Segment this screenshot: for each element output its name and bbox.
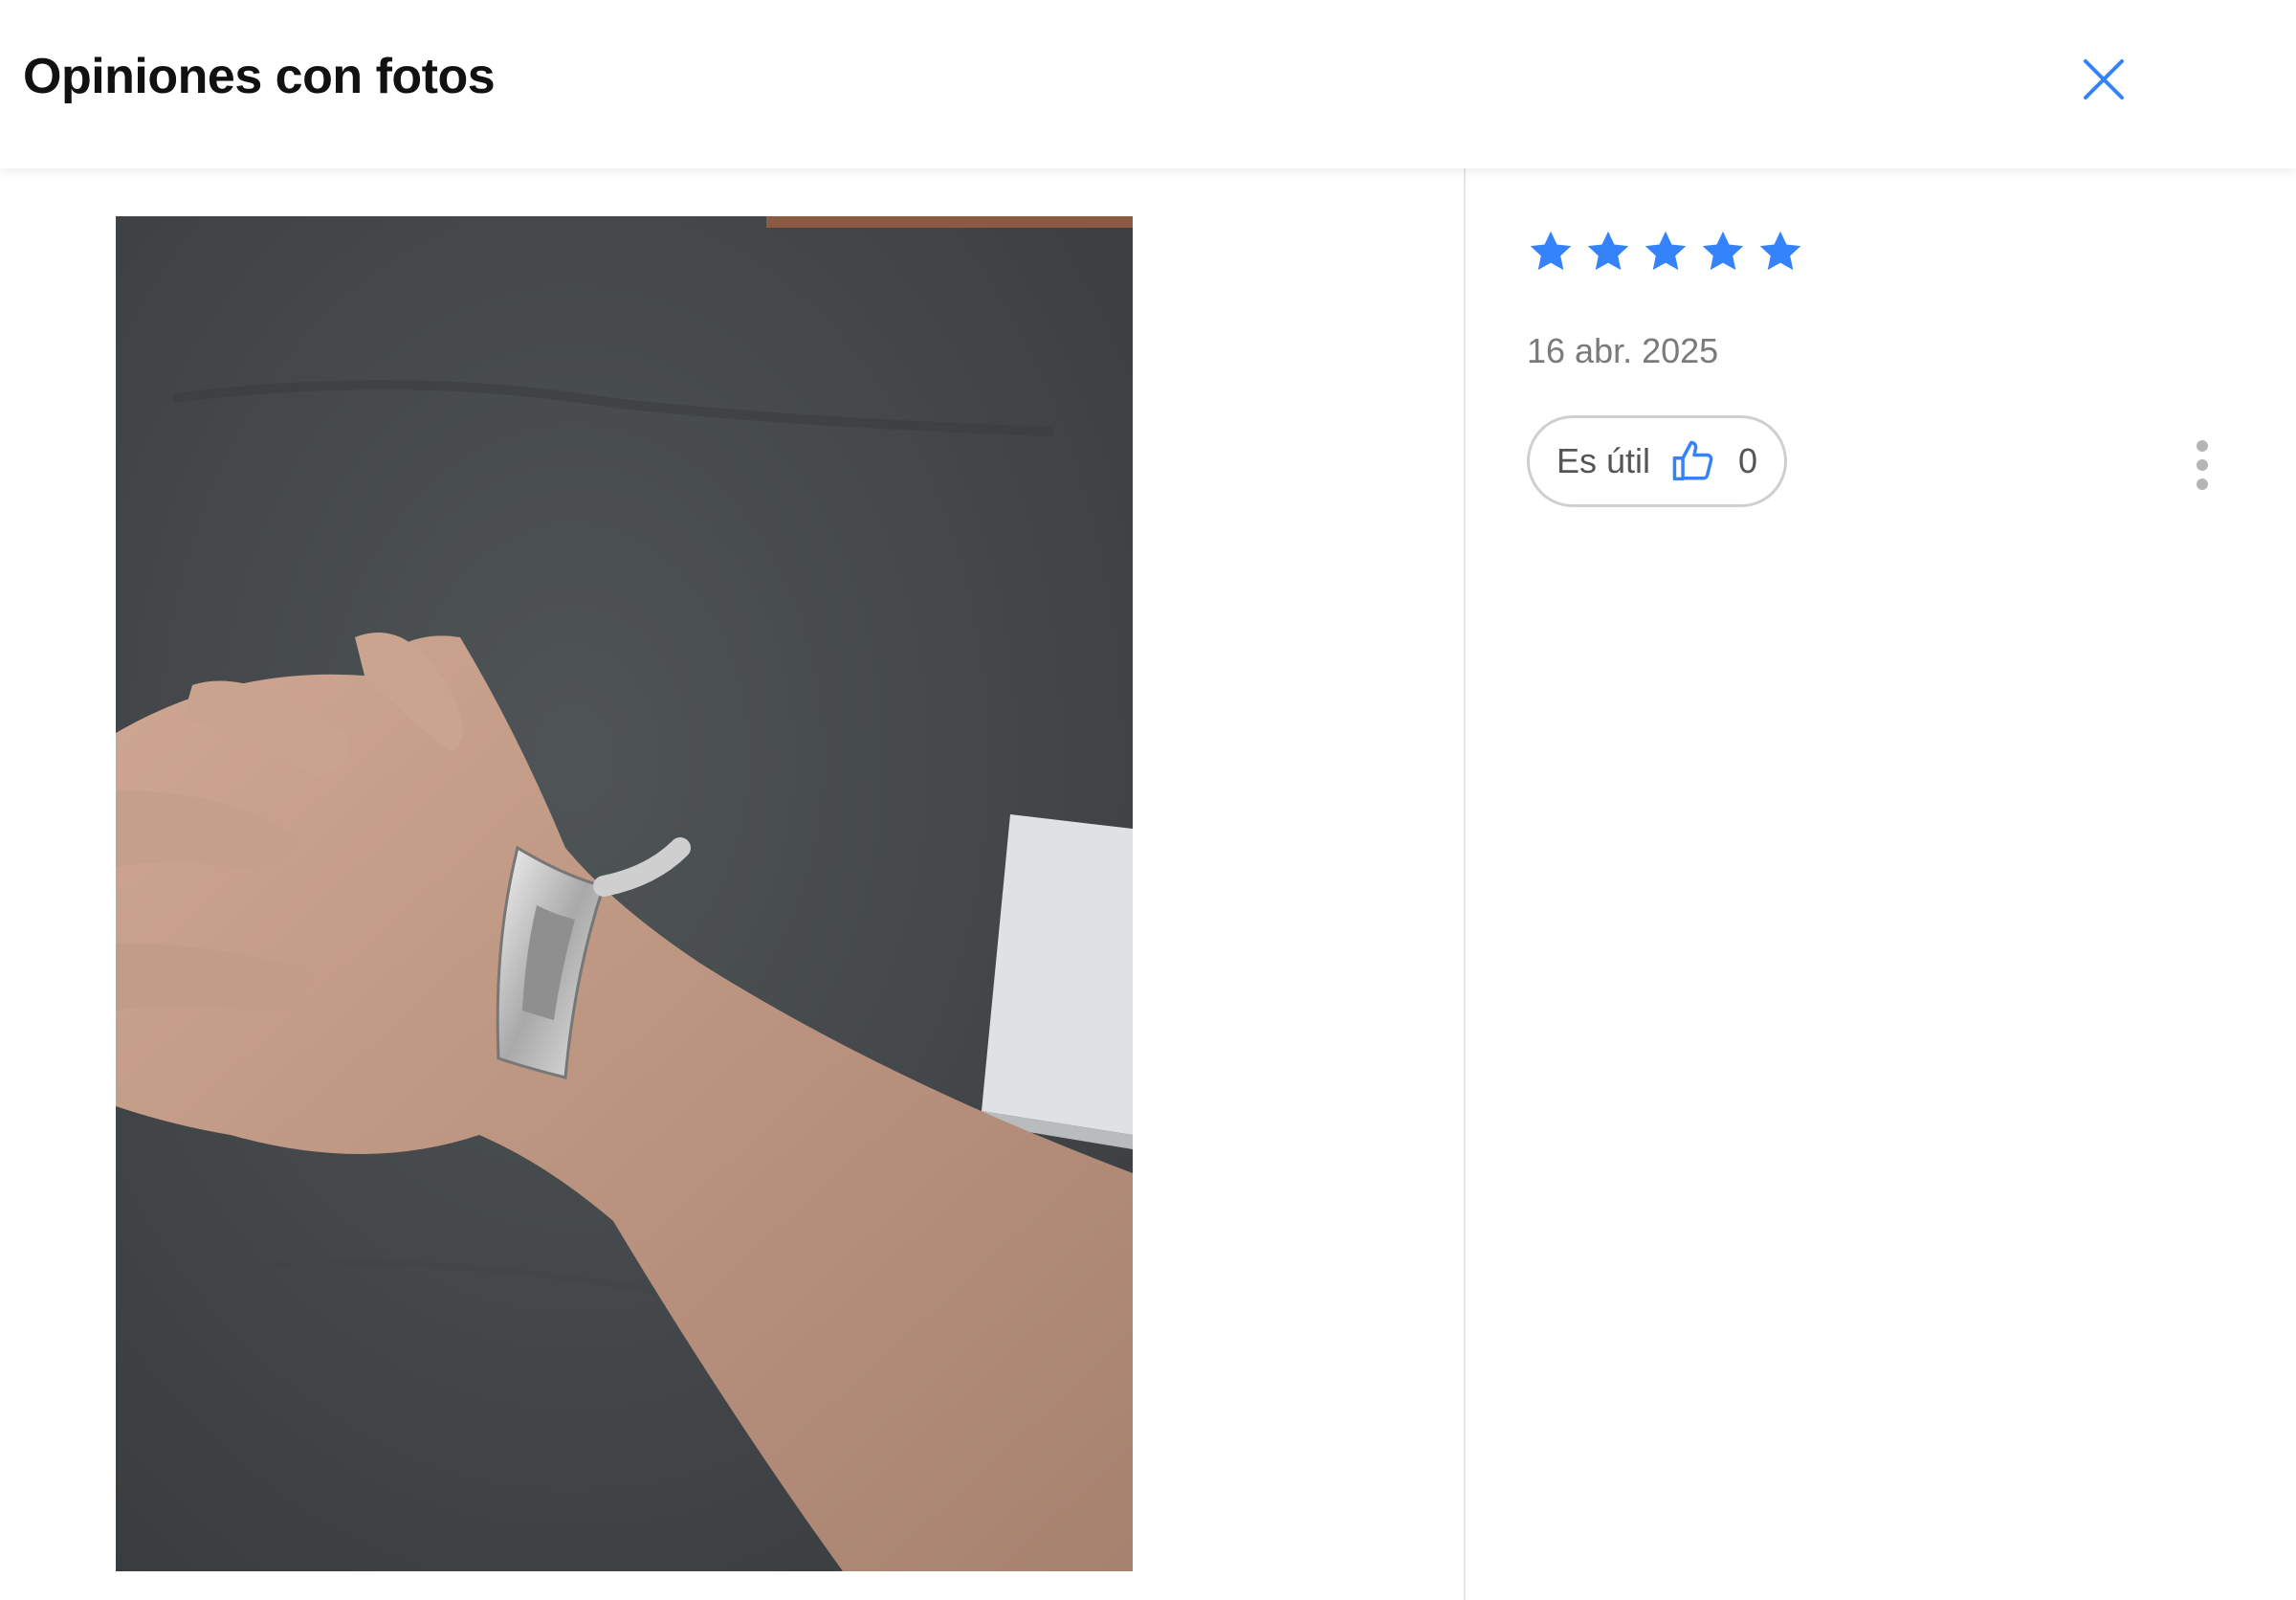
close-icon [2084, 59, 2124, 100]
review-photo[interactable] [116, 216, 1133, 1571]
star-icon [1587, 231, 1629, 271]
star-icon [1702, 231, 1744, 271]
modal-header: Opiniones con fotos [0, 0, 2296, 168]
more-options-button[interactable] [2185, 438, 2219, 492]
star-icon [1645, 231, 1687, 271]
review-photo-image [116, 216, 1133, 1571]
review-details: 16 abr. 2025 Es útil 0 [1466, 168, 2296, 1600]
star-icon [1530, 231, 1572, 271]
star-icon [1759, 231, 1801, 271]
helpful-count: 0 [1738, 441, 1758, 480]
helpful-label: Es útil [1556, 441, 1651, 480]
rating-stars [1527, 228, 1804, 276]
close-button[interactable] [2072, 48, 2135, 111]
helpful-button[interactable]: Es útil 0 [1527, 415, 1788, 507]
review-date: 16 abr. 2025 [1527, 331, 1719, 370]
more-vertical-icon [2197, 440, 2208, 490]
thumbs-up-icon [1672, 440, 1713, 481]
photo-panel [0, 168, 1464, 1600]
page-title: Opiniones con fotos [23, 49, 496, 104]
